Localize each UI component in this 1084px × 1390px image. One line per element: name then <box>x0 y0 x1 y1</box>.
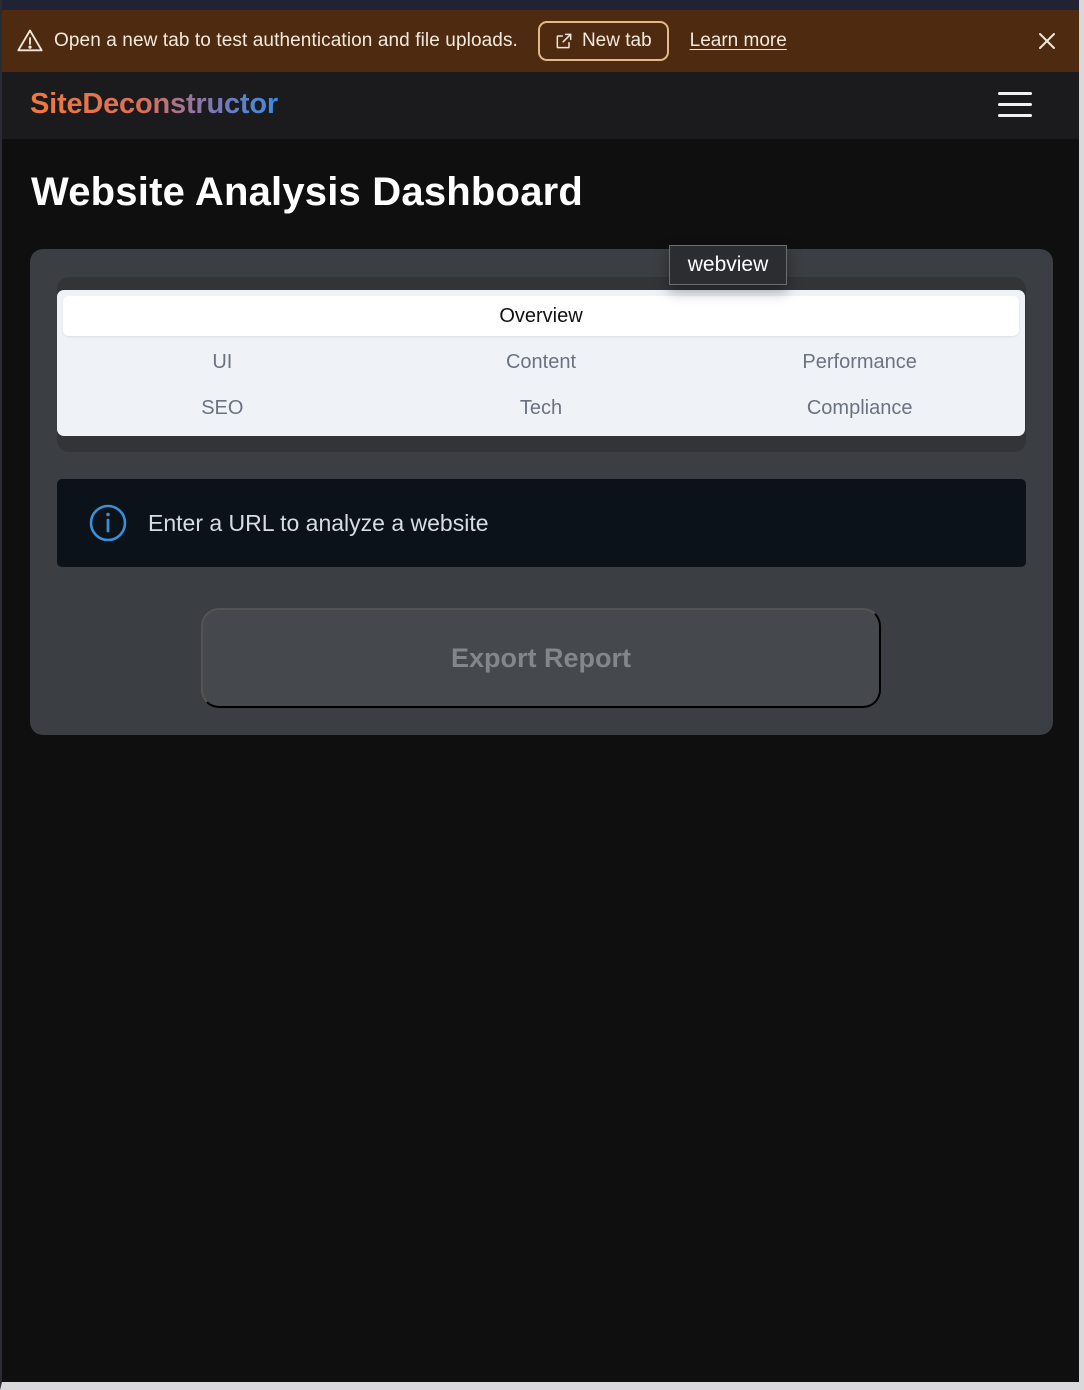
tab-ui[interactable]: UI <box>63 339 382 385</box>
new-tab-label: New tab <box>581 30 652 51</box>
hamburger-menu-icon[interactable] <box>998 92 1036 120</box>
learn-more-link[interactable]: Learn more <box>690 30 787 52</box>
site-logo[interactable]: SiteDeconstructor <box>30 88 278 121</box>
app-header: SiteDeconstructor <box>2 72 1079 139</box>
tab-performance[interactable]: Performance <box>700 339 1019 385</box>
page-title: Website Analysis Dashboard <box>31 170 584 214</box>
tab-overview[interactable]: Overview <box>63 296 1019 336</box>
tab-tech[interactable]: Tech <box>382 385 701 431</box>
tab-compliance[interactable]: Compliance <box>700 385 1019 431</box>
tabs-list: Overview UI Content Performance SEO Tech… <box>57 290 1025 436</box>
new-tab-button[interactable]: New tab <box>537 21 669 61</box>
analysis-card: Overview UI Content Performance SEO Tech… <box>30 249 1053 735</box>
webview-tooltip: webview <box>669 245 787 285</box>
export-report-button[interactable]: Export Report <box>201 608 881 708</box>
tab-content[interactable]: Content <box>382 339 701 385</box>
app-window: Open a new tab to test authentication an… <box>0 0 1084 1390</box>
tabs-container: Overview UI Content Performance SEO Tech… <box>57 277 1026 452</box>
info-alert: Enter a URL to analyze a website <box>57 479 1026 567</box>
info-circle-icon <box>88 503 128 543</box>
tab-seo[interactable]: SEO <box>63 385 382 431</box>
info-message: Enter a URL to analyze a website <box>148 509 489 536</box>
external-link-icon <box>554 31 574 51</box>
warning-triangle-icon <box>16 27 44 55</box>
close-icon[interactable] <box>1035 29 1059 53</box>
tab-grid: UI Content Performance SEO Tech Complian… <box>63 339 1019 431</box>
window-top-strip <box>2 0 1079 10</box>
banner-message: Open a new tab to test authentication an… <box>54 30 518 51</box>
notice-banner: Open a new tab to test authentication an… <box>2 10 1079 72</box>
